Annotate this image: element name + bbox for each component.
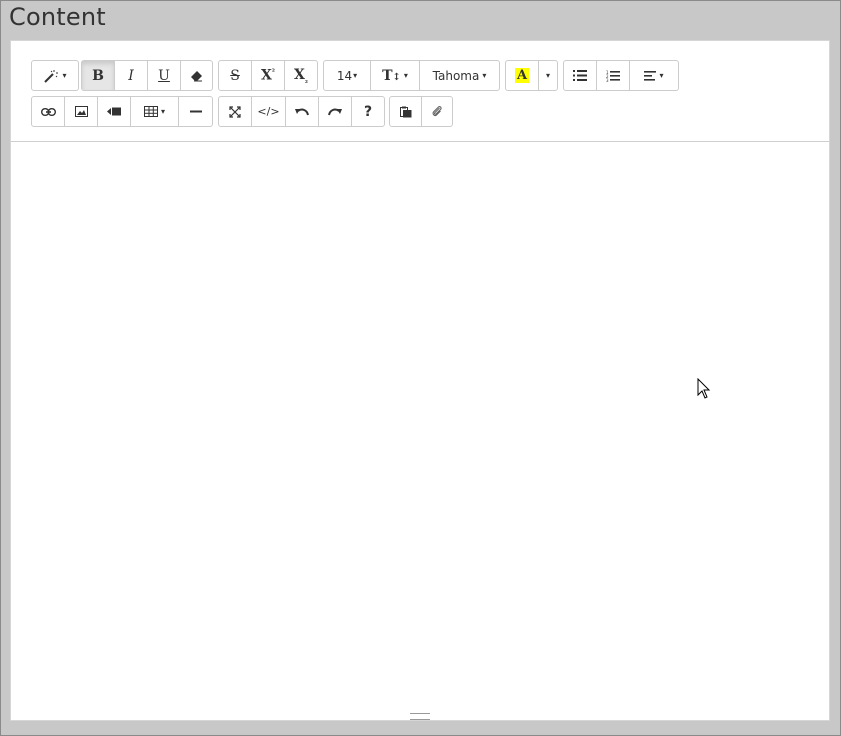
line-height-icon: T↕ [382, 67, 401, 84]
superscript-icon: X² [261, 67, 275, 84]
code-view-button[interactable]: </> [252, 97, 286, 126]
image-icon [74, 106, 88, 117]
page-title: Content [9, 3, 106, 31]
font-size-value: 14 [336, 68, 353, 83]
superscript-mark: ² [271, 67, 275, 77]
color-dropdown-toggle[interactable]: ▾ [539, 61, 557, 90]
chevron-down-icon: ▾ [160, 107, 165, 116]
paste-button[interactable] [390, 97, 422, 126]
editable-content-area[interactable] [11, 142, 829, 712]
unordered-list-button[interactable] [564, 61, 597, 90]
clear-format-button[interactable] [181, 61, 212, 90]
fullscreen-button[interactable] [219, 97, 252, 126]
chevron-down-icon: ▾ [62, 71, 67, 80]
paperclip-icon [432, 106, 442, 117]
paragraph-group: 1 2 3 ▾ [563, 60, 679, 91]
bullet-list-icon [573, 70, 587, 81]
subscript-letter: X [294, 66, 305, 83]
question-icon: ? [363, 103, 373, 120]
style-group: ▾ [31, 60, 79, 91]
attachment-group [389, 96, 453, 127]
svg-text:3: 3 [606, 78, 609, 82]
resize-handle[interactable] [410, 713, 430, 720]
strikethrough-icon: S [230, 67, 240, 84]
italic-button[interactable]: I [115, 61, 148, 90]
bold-button[interactable]: B [82, 61, 115, 90]
paragraph-align-dropdown[interactable]: ▾ [630, 61, 678, 90]
script-group: S X² X₂ [218, 60, 318, 91]
ordered-list-button[interactable]: 1 2 3 [597, 61, 630, 90]
chevron-down-icon: ▾ [403, 71, 408, 80]
subscript-icon: X₂ [294, 67, 308, 85]
superscript-letter: X [261, 67, 272, 84]
editor-toolbar: ▾ B I U S X² X₂ 14 ▾ T↕ ▾ Tahoma ▾ A ▾ 1… [11, 41, 829, 142]
magic-wand-icon [44, 69, 59, 83]
chevron-down-icon: ▾ [353, 71, 358, 80]
line-height-letter: T [382, 67, 393, 84]
insert-link-button[interactable] [32, 97, 65, 126]
magic-style-button[interactable]: ▾ [32, 61, 78, 90]
minus-icon [189, 110, 202, 113]
font-color-icon: A [514, 68, 530, 83]
font-style-group: B I U [81, 60, 213, 91]
font-name-value: Tahoma [432, 68, 480, 83]
redo-icon [328, 108, 342, 116]
table-icon [143, 106, 158, 117]
help-button[interactable]: ? [352, 97, 384, 126]
video-icon [107, 107, 121, 116]
superscript-button[interactable]: X² [252, 61, 285, 90]
clipboard-icon [399, 106, 411, 117]
strikethrough-button[interactable]: S [219, 61, 252, 90]
insert-table-dropdown[interactable]: ▾ [131, 97, 179, 126]
bold-icon: B [92, 67, 104, 84]
subscript-button[interactable]: X₂ [285, 61, 317, 90]
line-height-dropdown[interactable]: T↕ ▾ [371, 61, 420, 90]
color-group: A ▾ [505, 60, 558, 91]
undo-button[interactable] [286, 97, 319, 126]
numbered-list-icon: 1 2 3 [606, 70, 620, 82]
chevron-down-icon: ▾ [545, 71, 550, 80]
insert-image-button[interactable] [65, 97, 98, 126]
text-color-button[interactable]: A [506, 61, 539, 90]
expand-icon [229, 105, 241, 118]
italic-icon: I [128, 67, 134, 84]
font-name-dropdown[interactable]: Tahoma ▾ [420, 61, 499, 90]
font-group: 14 ▾ T↕ ▾ Tahoma ▾ [323, 60, 500, 91]
mouse-pointer-icon [697, 378, 711, 399]
horizontal-rule-button[interactable] [179, 97, 212, 126]
align-left-icon [644, 70, 657, 81]
insert-group: ▾ [31, 96, 213, 127]
chevron-down-icon: ▾ [659, 71, 664, 80]
subscript-mark: ₂ [304, 75, 308, 85]
attach-file-button[interactable] [422, 97, 452, 126]
undo-icon [295, 108, 309, 116]
font-size-dropdown[interactable]: 14 ▾ [324, 61, 371, 90]
code-icon: </> [257, 105, 280, 118]
insert-video-button[interactable] [98, 97, 131, 126]
eraser-icon [190, 70, 202, 81]
chevron-down-icon: ▾ [482, 71, 487, 80]
view-group: </> ? [218, 96, 385, 127]
redo-button[interactable] [319, 97, 352, 126]
link-icon [40, 107, 56, 116]
underline-button[interactable]: U [148, 61, 181, 90]
underline-icon: U [158, 67, 170, 84]
